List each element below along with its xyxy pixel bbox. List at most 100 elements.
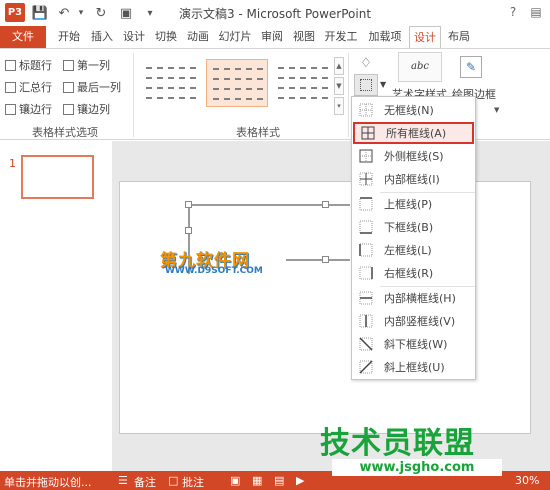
menu-item-label: 内部横框线(H) xyxy=(384,292,456,305)
title-bar: P3 💾 ↶ ▾ ↻ ▣ ▾ 演示文稿3 - Microsoft PowerPo… xyxy=(0,0,550,26)
resize-handle[interactable] xyxy=(185,227,192,234)
table-style-row xyxy=(213,78,263,80)
menu-item-inside-vertical-border[interactable]: 内部竖框线(V) xyxy=(353,310,474,332)
table-style-row xyxy=(278,97,328,99)
checkbox-last-column[interactable]: 最后一列 xyxy=(63,79,121,95)
menu-item-outside-borders[interactable]: 外侧框线(S) xyxy=(353,145,474,167)
tab-file[interactable]: 文件 xyxy=(0,26,46,48)
checkbox-banded-rows[interactable]: 镶边行 xyxy=(5,101,52,117)
wordart-quick-styles-button[interactable]: abc xyxy=(398,52,442,82)
zoom-level[interactable]: 30% xyxy=(515,474,539,487)
tab-view[interactable]: 视图 xyxy=(289,26,319,48)
table-style-option[interactable] xyxy=(272,59,334,107)
resize-handle[interactable] xyxy=(322,256,329,263)
menu-item-no-border[interactable]: 无框线(N) xyxy=(353,99,474,121)
menu-item-label: 无框线(N) xyxy=(384,104,434,117)
inside-vertical-border-icon xyxy=(359,314,373,328)
no-border-icon xyxy=(359,103,373,117)
comments-icon[interactable]: □ xyxy=(168,474,178,487)
menu-item-left-border[interactable]: 左框线(L) xyxy=(353,239,474,261)
menu-item-right-border[interactable]: 右框线(R) xyxy=(353,262,474,284)
comments-button[interactable]: 批注 xyxy=(182,474,204,490)
menu-item-inside-horizontal-border[interactable]: 内部横框线(H) xyxy=(353,287,474,309)
checkbox-label: 镶边列 xyxy=(77,103,110,116)
slide-thumbnail[interactable] xyxy=(21,155,94,199)
checkbox-box[interactable] xyxy=(63,81,74,93)
menu-item-label: 右框线(R) xyxy=(384,267,434,280)
table-style-row xyxy=(278,77,328,79)
table-style-row xyxy=(213,98,263,100)
gallery-scroll-up-icon[interactable]: ▲ xyxy=(334,57,344,75)
tab-animations[interactable]: 动画 xyxy=(183,26,213,48)
reading-view-icon[interactable]: ▤ xyxy=(274,474,284,487)
checkbox-label: 汇总行 xyxy=(19,81,52,94)
normal-view-icon[interactable]: ▣ xyxy=(230,474,240,487)
draw-borders-dropdown-icon[interactable]: ▼ xyxy=(494,106,499,114)
slideshow-icon[interactable]: ▶ xyxy=(296,474,304,487)
tab-transitions[interactable]: 切换 xyxy=(151,26,181,48)
tab-developer[interactable]: 开发工 xyxy=(321,26,361,48)
group-separator xyxy=(133,53,134,137)
tab-addins[interactable]: 加载项 xyxy=(365,26,405,48)
checkbox-box[interactable] xyxy=(5,81,16,93)
menu-item-inside-borders[interactable]: 内部框线(I) xyxy=(353,168,474,190)
slide-number: 1 xyxy=(9,157,16,170)
resize-handle[interactable] xyxy=(185,201,192,208)
tab-slideshow[interactable]: 幻灯片 xyxy=(215,26,255,48)
table-style-row xyxy=(146,87,196,89)
menu-item-bottom-border[interactable]: 下框线(B) xyxy=(353,216,474,238)
outside-borders-icon xyxy=(359,149,373,163)
borders-dropdown-icon[interactable]: ▼ xyxy=(380,80,386,89)
table-style-row xyxy=(278,67,328,69)
checkbox-box[interactable] xyxy=(63,59,74,71)
table-style-row xyxy=(146,97,196,99)
shading-icon[interactable]: ♢ xyxy=(356,56,376,74)
all-borders-icon xyxy=(361,126,375,140)
table-styles-gallery xyxy=(138,55,344,113)
table-style-option-selected[interactable] xyxy=(206,59,268,107)
borders-button[interactable] xyxy=(354,74,378,96)
menu-item-label: 外侧框线(S) xyxy=(384,150,444,163)
checkbox-total-row[interactable]: 汇总行 xyxy=(5,79,52,95)
table-style-option[interactable] xyxy=(140,59,202,107)
gallery-more-icon[interactable]: ▾ xyxy=(334,97,344,115)
tab-home[interactable]: 开始 xyxy=(54,26,84,48)
resize-handle[interactable] xyxy=(322,201,329,208)
tab-review[interactable]: 审阅 xyxy=(257,26,287,48)
menu-item-label: 内部竖框线(V) xyxy=(384,315,456,328)
menu-item-all-borders[interactable]: 所有框线(A) xyxy=(353,122,474,144)
checkbox-label: 最后一列 xyxy=(77,81,121,94)
checkbox-box[interactable] xyxy=(63,103,74,115)
group-separator xyxy=(348,53,349,137)
notes-icon[interactable]: ☰ xyxy=(118,474,128,487)
checkbox-header-row[interactable]: 标题行 xyxy=(5,57,52,73)
checkbox-first-column[interactable]: 第一列 xyxy=(63,57,110,73)
borders-grid-icon xyxy=(360,79,372,91)
table-style-row xyxy=(146,77,196,79)
tab-insert[interactable]: 插入 xyxy=(87,26,117,48)
help-icon[interactable]: ? xyxy=(503,3,523,21)
ribbon-tabs: 文件 开始 插入 设计 切换 动画 幻灯片 审阅 视图 开发工 加载项 设计 布… xyxy=(0,26,550,48)
menu-item-diagonal-down-border[interactable]: 斜下框线(W) xyxy=(353,333,474,355)
table-style-row xyxy=(213,68,263,70)
menu-item-diagonal-up-border[interactable]: 斜上框线(U) xyxy=(353,356,474,378)
menu-item-label: 下框线(B) xyxy=(384,221,434,234)
tab-table-design[interactable]: 设计 xyxy=(409,26,441,48)
checkbox-box[interactable] xyxy=(5,59,16,71)
notes-button[interactable]: 备注 xyxy=(134,474,156,490)
checkbox-label: 第一列 xyxy=(77,59,110,72)
ribbon-display-icon[interactable]: ▤ xyxy=(526,3,546,21)
menu-item-top-border[interactable]: 上框线(P) xyxy=(353,193,474,215)
table-style-row xyxy=(213,88,263,90)
menu-item-label: 左框线(L) xyxy=(384,244,432,257)
window-title: 演示文稿3 - Microsoft PowerPoint xyxy=(178,7,372,21)
checkbox-label: 标题行 xyxy=(19,59,52,72)
checkbox-banded-columns[interactable]: 镶边列 xyxy=(63,101,110,117)
draw-borders-icon[interactable]: ✎ xyxy=(460,56,482,78)
tab-design[interactable]: 设计 xyxy=(119,26,149,48)
slide-sorter-icon[interactable]: ▦ xyxy=(252,474,262,487)
tab-table-layout[interactable]: 布局 xyxy=(443,26,475,48)
checkbox-box[interactable] xyxy=(5,103,16,115)
gallery-scroll-down-icon[interactable]: ▼ xyxy=(334,77,344,95)
menu-item-label: 上框线(P) xyxy=(384,198,433,211)
